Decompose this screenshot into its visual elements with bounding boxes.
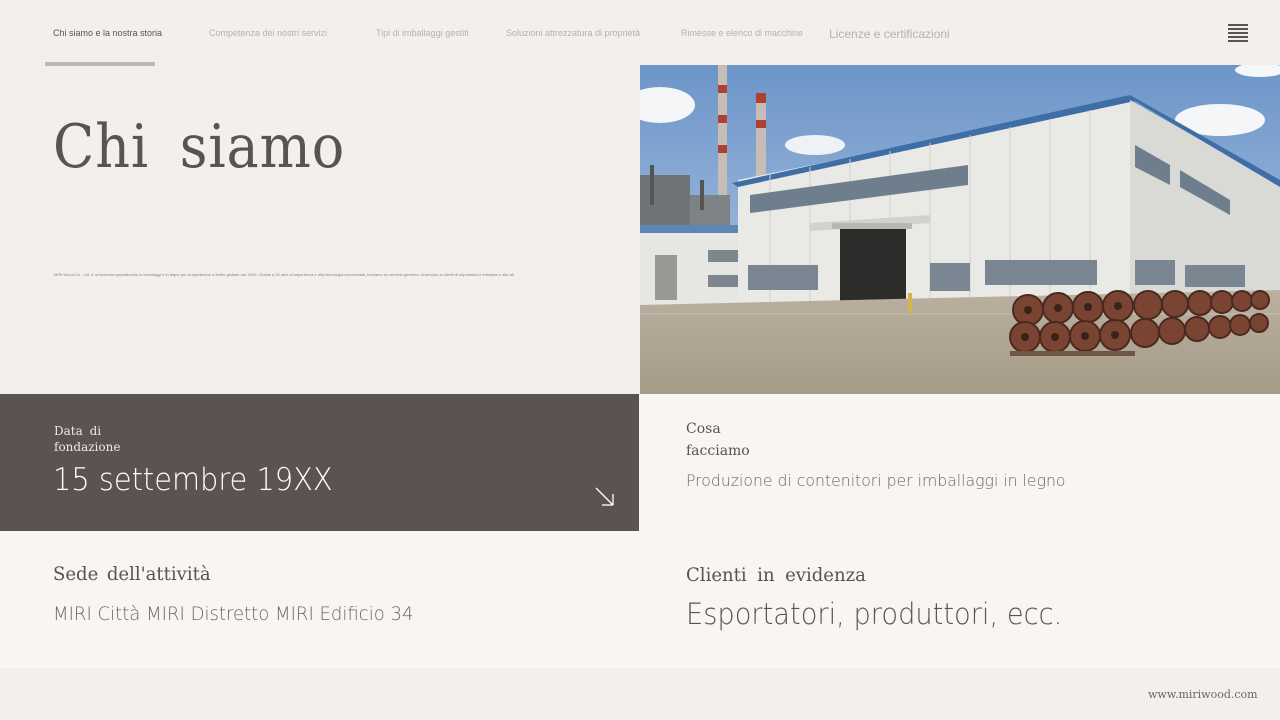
nav-item-rimesse[interactable]: Rimesse e elenco di macchine [681, 28, 803, 38]
what-we-do-value: Produzione di contenitori per imballaggi… [686, 471, 1066, 490]
what-we-do-panel: Cosa facciamo Produzione di contenitori … [639, 394, 1280, 531]
nav-item-competenza[interactable]: Competenza dei nostri servizi [209, 28, 327, 38]
nav-item-soluzioni[interactable]: Soluzioni attrezzatura di proprietà [506, 28, 640, 38]
headquarters-value: MIRI Città MIRI Distretto MIRI Edificio … [53, 603, 414, 625]
nav-item-tipi-imballaggi[interactable]: Tipi di imballaggi gestiti [376, 28, 469, 38]
hero-description: MIRI Wood Co., Ltd. è un'azienda special… [54, 272, 514, 277]
founded-value: 15 settembre 19XX [53, 462, 333, 498]
clients-label: Clienti in evidenza [686, 564, 866, 586]
page-title: Chi siamo [53, 112, 346, 182]
what-we-do-label: Cosa facciamo [686, 421, 750, 459]
info-section: Sede dell'attività MIRI Città MIRI Distr… [0, 531, 1280, 668]
factory-photo [640, 65, 1280, 394]
hamburger-menu-icon[interactable] [1228, 24, 1248, 42]
footer-website-link[interactable]: www.miriwood.com [1148, 688, 1258, 701]
arrow-down-right-icon[interactable] [594, 486, 615, 507]
founded-label: Data di fondazione [54, 424, 121, 454]
clients-value: Esportatori, produttori, ecc. [686, 597, 1063, 631]
nav-item-licenze[interactable]: Licenze e certificazioni [829, 27, 950, 41]
headquarters-label: Sede dell'attività [53, 563, 211, 585]
nav-item-chi-siamo[interactable]: Chi siamo e la nostra storia [53, 28, 162, 38]
top-navigation: Chi siamo e la nostra storia Competenza … [0, 0, 1280, 66]
founded-panel: Data di fondazione 15 settembre 19XX [0, 394, 639, 531]
